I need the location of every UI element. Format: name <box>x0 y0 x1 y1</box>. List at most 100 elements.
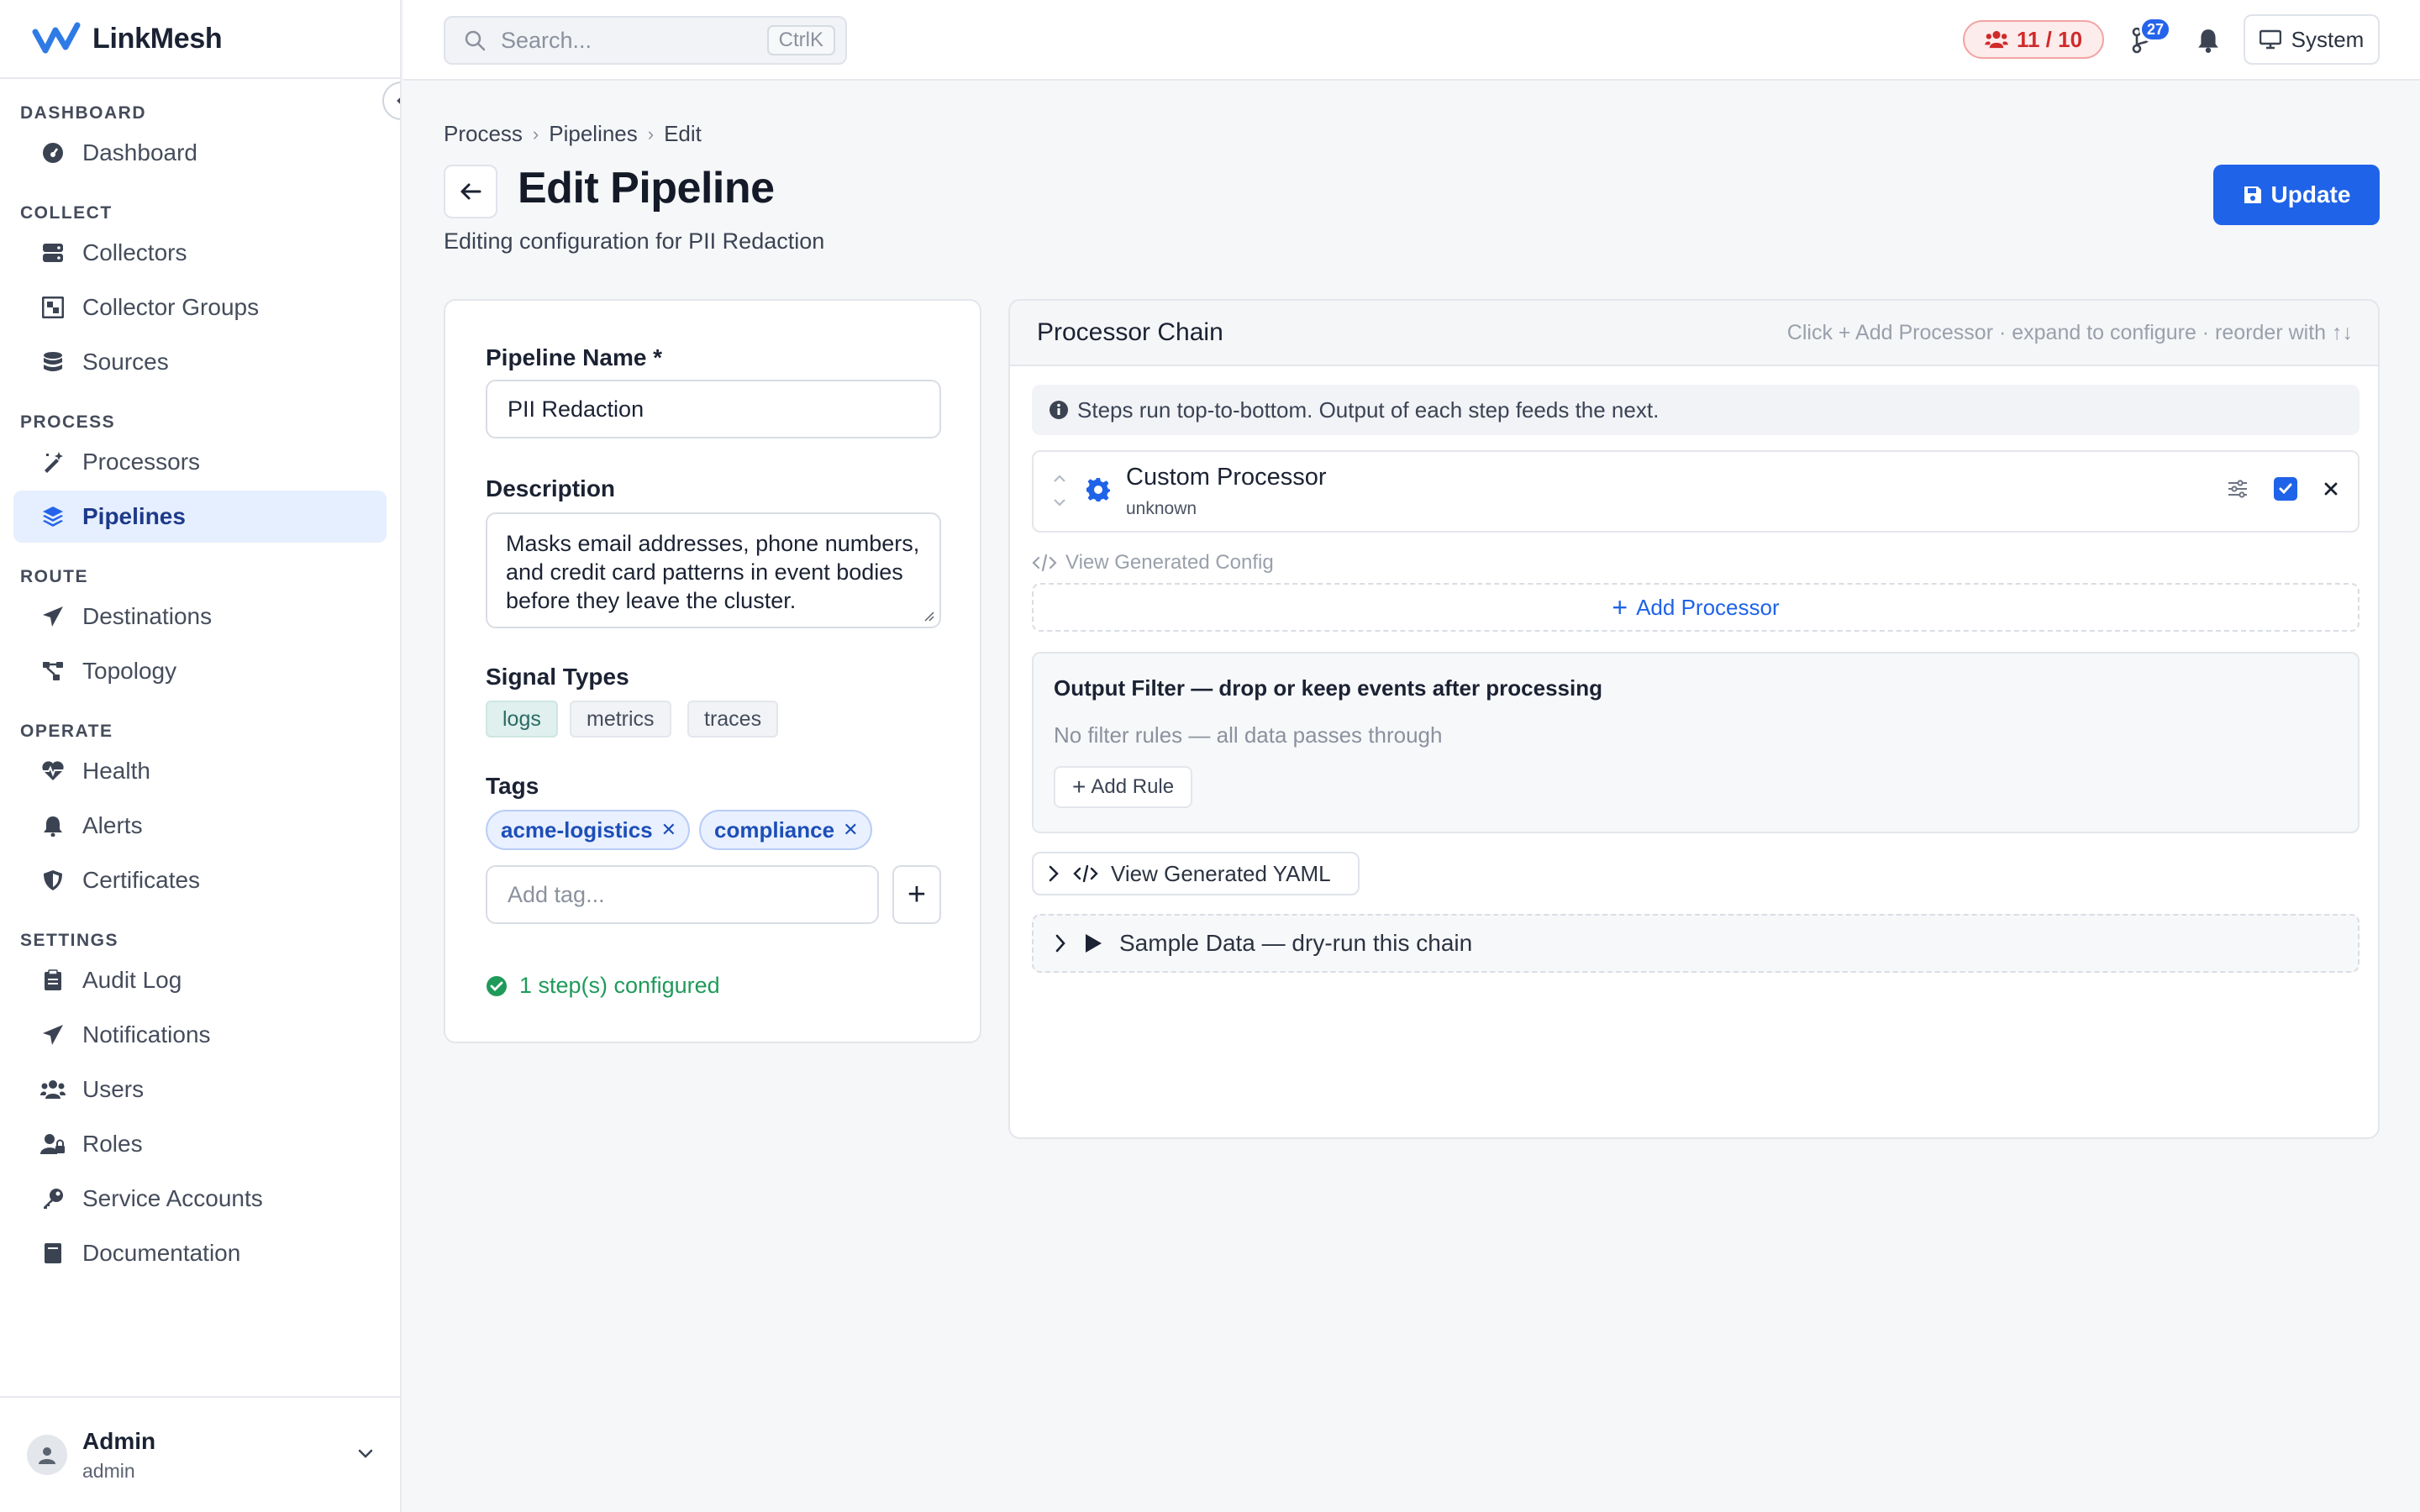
resize-grip-icon[interactable] <box>923 610 934 622</box>
steps-status: 1 step(s) configured <box>486 973 720 999</box>
sidebar-item-pipelines[interactable]: Pipelines <box>13 491 387 543</box>
check-circle-icon <box>487 975 507 996</box>
remove-tag-icon[interactable]: ✕ <box>843 819 858 841</box>
add-tag-input[interactable]: Add tag... <box>486 865 879 924</box>
sidebar-item-destinations[interactable]: Destinations <box>13 591 387 643</box>
user-menu[interactable]: Admin admin <box>0 1396 400 1512</box>
sidebar-item-label: Dashboard <box>82 139 197 165</box>
sidebar-item-label: Alerts <box>82 812 143 838</box>
sidebar-item-processors[interactable]: Processors <box>13 436 387 488</box>
usage-limit-badge[interactable]: 11 / 10 <box>1963 20 2104 59</box>
search-icon <box>465 30 486 51</box>
sidebar-item-notifications[interactable]: Notifications <box>13 1009 387 1061</box>
user-name: Admin <box>82 1427 156 1454</box>
sidebar: LinkMesh DASHBOARD Dashboard COLLECT Col… <box>0 0 402 1512</box>
theme-label: System <box>2291 26 2365 52</box>
tag-label: compliance <box>714 816 835 843</box>
database-icon <box>40 349 66 375</box>
nav-section-dashboard: DASHBOARD Dashboard <box>0 96 400 179</box>
breadcrumb-item-edit: Edit <box>664 121 702 146</box>
shield-icon <box>40 868 66 893</box>
sidebar-item-topology[interactable]: Topology <box>13 645 387 697</box>
add-rule-button[interactable]: + Add Rule <box>1054 766 1193 808</box>
close-icon[interactable] <box>2323 480 2339 497</box>
processor-enabled-checkbox[interactable] <box>2274 477 2297 501</box>
sidebar-item-label: Service Accounts <box>82 1185 263 1211</box>
send-icon <box>40 604 66 629</box>
signal-type-metrics[interactable]: metrics <box>570 701 671 738</box>
nav-section-collect: COLLECT Collectors Collector Groups Sour… <box>0 196 400 388</box>
processor-chain-card: Processor Chain Click + Add Processor · … <box>1008 299 2380 1139</box>
sidebar-item-alerts[interactable]: Alerts <box>13 800 387 852</box>
processor-chain-header: Processor Chain Click + Add Processor · … <box>1010 301 2378 366</box>
update-button[interactable]: Update <box>2213 165 2380 225</box>
output-filter-empty: No filter rules — all data passes throug… <box>1054 722 1443 748</box>
brand[interactable]: LinkMesh <box>0 0 400 79</box>
clipboard-icon <box>40 968 66 993</box>
sidebar-item-label: Notifications <box>82 1021 211 1047</box>
sidebar-item-dashboard[interactable]: Dashboard <box>13 127 387 179</box>
sidebar-item-service-accounts[interactable]: Service Accounts <box>13 1173 387 1225</box>
description-value: Masks email addresses, phone numbers, an… <box>506 531 920 613</box>
signal-type-traces[interactable]: traces <box>687 701 779 738</box>
search-input[interactable]: Search... CtrlK <box>444 16 847 65</box>
sidebar-item-roles[interactable]: Roles <box>13 1118 387 1170</box>
output-filter-title: Output Filter — drop or keep events afte… <box>1054 675 1603 701</box>
page-subtitle: Editing configuration for PII Redaction <box>444 228 825 254</box>
heartbeat-icon <box>40 759 66 784</box>
tag-chip: compliance ✕ <box>699 810 872 850</box>
reorder-arrows-icon[interactable] <box>1052 472 1067 511</box>
sample-data-toggle[interactable]: Sample Data — dry-run this chain <box>1032 914 2360 973</box>
pending-changes-button[interactable]: 27 <box>2123 17 2171 60</box>
arrow-left-icon <box>460 183 481 200</box>
sidebar-item-health[interactable]: Health <box>13 745 387 797</box>
pipeline-name-label: Pipeline Name * <box>486 344 663 370</box>
sidebar-item-collector-groups[interactable]: Collector Groups <box>13 281 387 333</box>
view-generated-config-link[interactable]: View Generated Config <box>1032 551 1274 575</box>
group-icon <box>40 295 66 320</box>
breadcrumb-item-pipelines[interactable]: Pipelines <box>549 121 638 147</box>
sidebar-item-audit-log[interactable]: Audit Log <box>13 954 387 1006</box>
info-banner: Steps run top-to-bottom. Output of each … <box>1032 385 2360 435</box>
tag-chip: acme-logistics ✕ <box>486 810 691 850</box>
sidebar-item-label: Sources <box>82 349 169 375</box>
code-icon <box>1032 554 1057 572</box>
nav-section-route: ROUTE Destinations Topology <box>0 559 400 697</box>
sidebar-item-label: Documentation <box>82 1240 241 1266</box>
key-icon <box>40 1186 66 1211</box>
remove-tag-icon[interactable]: ✕ <box>661 819 676 841</box>
info-icon <box>1050 401 1068 419</box>
sidebar-item-documentation[interactable]: Documentation <box>13 1227 387 1279</box>
processor-chain-hint: Click + Add Processor · expand to config… <box>1786 321 2353 344</box>
description-textarea[interactable]: Masks email addresses, phone numbers, an… <box>486 512 941 628</box>
users-icon <box>40 1077 66 1102</box>
page-title: Edit Pipeline <box>518 164 775 213</box>
search-shortcut: CtrlK <box>766 25 835 55</box>
notifications-button[interactable] <box>2188 20 2228 60</box>
sliders-icon[interactable] <box>2227 479 2249 499</box>
theme-select-button[interactable]: System <box>2244 14 2380 65</box>
processor-name: Custom Processor <box>1126 464 1327 491</box>
sidebar-item-collectors[interactable]: Collectors <box>13 227 387 279</box>
view-generated-yaml-button[interactable]: View Generated YAML <box>1032 852 1360 895</box>
tags-label: Tags <box>486 773 539 799</box>
sidebar-item-sources[interactable]: Sources <box>13 336 387 388</box>
signal-type-logs[interactable]: logs <box>486 701 558 738</box>
breadcrumb-item-process[interactable]: Process <box>444 121 523 147</box>
nav-section-title: OPERATE <box>20 722 113 741</box>
chevron-right-icon <box>1055 934 1065 953</box>
add-processor-button[interactable]: + Add Processor <box>1032 583 2360 632</box>
monitor-icon <box>2259 29 2281 50</box>
add-tag-button[interactable]: + <box>892 865 941 924</box>
processor-row[interactable]: Custom Processor unknown <box>1032 450 2360 533</box>
sidebar-item-label: Collector Groups <box>82 294 260 320</box>
back-button[interactable] <box>444 165 497 218</box>
sidebar-item-label: Topology <box>82 658 177 684</box>
pipeline-name-input[interactable]: PII Redaction <box>486 380 941 438</box>
pipeline-form-card: Pipeline Name * PII Redaction Descriptio… <box>444 299 981 1043</box>
dashboard-icon <box>40 140 66 165</box>
sidebar-item-certificates[interactable]: Certificates <box>13 854 387 906</box>
sidebar-item-users[interactable]: Users <box>13 1063 387 1116</box>
linkmesh-logo-icon <box>32 22 81 54</box>
topology-icon <box>40 659 66 684</box>
